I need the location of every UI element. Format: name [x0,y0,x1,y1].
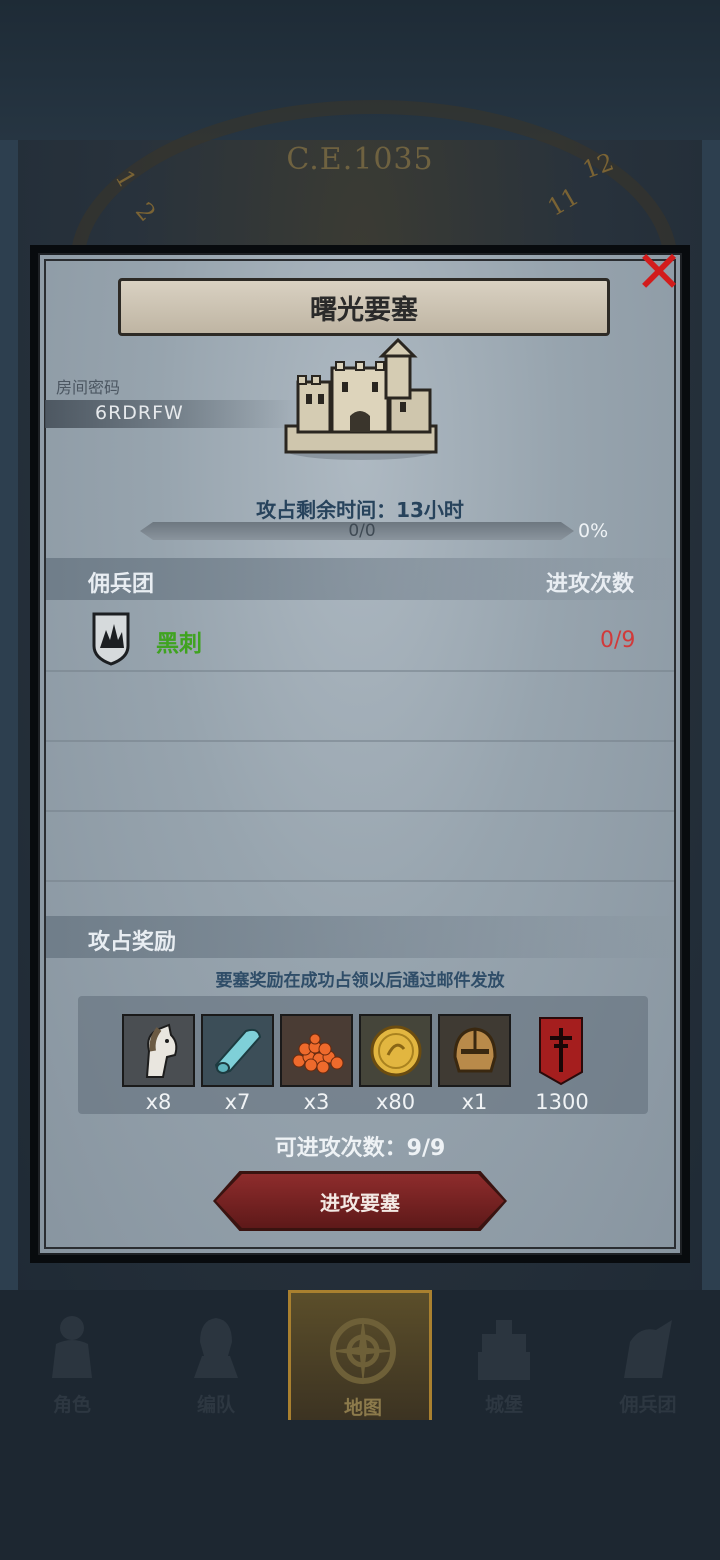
title-banner: 曙光要塞 [118,278,610,336]
helmet-icon[interactable] [438,1014,511,1087]
nav-label: 地图 [343,1397,382,1419]
remaining-attempts: 可进攻次数：9/9 [274,1136,446,1161]
nav-item-mercenary[interactable]: 佣兵团 [576,1290,720,1420]
reward-count: x8 [145,1090,172,1114]
close-icon[interactable]: ✕ [633,243,685,301]
nav-item-map[interactable]: 地图 [288,1290,432,1420]
row-divider [46,670,674,672]
nav-item-castle[interactable]: 城堡 [432,1290,576,1420]
compass-icon [329,1317,397,1385]
attack-count-column-title: 进攻次数 [546,572,635,597]
progress-percent: 0% [578,520,609,542]
cloth-icon[interactable] [201,1014,274,1087]
map-edge-left [0,140,18,1290]
nav-item-character[interactable]: 角色 [0,1290,144,1420]
nav-label: 角色 [52,1394,91,1416]
nav-item-squad[interactable]: 编队 [144,1290,288,1420]
bottom-background [0,1420,720,1560]
mercenary-attack-count: 0/9 [600,628,636,653]
knight-icon [52,1316,92,1378]
mercenary-name[interactable]: 黑刺 [156,624,202,658]
castle-nav-icon [478,1320,530,1380]
room-code-label: 房间密码 [56,378,121,397]
mercenary-shield-icon [92,612,130,666]
attack-button-label: 进攻要塞 [320,1190,400,1215]
row-divider [46,740,674,742]
row-divider [46,810,674,812]
reward-section-title: 攻占奖励 [88,930,177,955]
dialog-title: 曙光要塞 [310,294,418,326]
mercenary-icon [624,1320,672,1378]
attack-fortress-button[interactable]: 进攻要塞 [216,1174,504,1228]
progress-text: 0/0 [348,521,376,541]
map-edge-right [702,140,720,1290]
mercenary-section-title: 佣兵团 [88,572,155,597]
reward-count: x80 [375,1090,416,1114]
horse-icon[interactable] [122,1014,195,1087]
castle-icon [284,338,438,460]
grain-icon[interactable] [280,1014,353,1087]
nav-label: 编队 [196,1394,235,1416]
reward-count: 1300 [535,1090,589,1114]
room-code-value: 6RDRFW [95,402,184,424]
reward-note: 要塞奖励在成功占领以后通过邮件发放 [215,971,505,991]
reward-count: x3 [303,1090,330,1114]
banner-icon[interactable] [524,1014,597,1087]
time-remaining: 攻占剩余时间：13小时 [256,498,464,522]
nav-label: 城堡 [484,1394,523,1416]
reward-count: x1 [461,1090,488,1114]
reward-count: x7 [224,1090,251,1114]
gold-coin-icon[interactable] [359,1014,432,1087]
nav-label: 佣兵团 [619,1394,677,1416]
bottom-nav: 角色 编队 地图 城堡 佣兵团 [0,1290,720,1420]
row-divider [46,880,674,882]
squad-icon [194,1318,238,1378]
